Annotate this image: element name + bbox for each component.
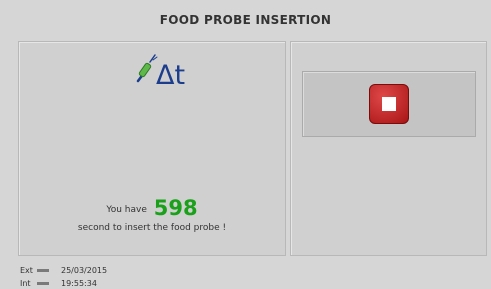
int-label: Int [20, 279, 31, 288]
countdown-seconds: 598 [153, 196, 198, 220]
countdown-suffix: second to insert the food probe ! [77, 223, 227, 233]
int-indicator [37, 282, 49, 285]
countdown-prefix: You have [106, 205, 147, 215]
ext-indicator [37, 269, 49, 272]
title-bar: FOOD PROBE INSERTION [10, 3, 481, 37]
countdown-message: You have 598 [19, 196, 285, 220]
delta-t-glyph: Δt [156, 60, 185, 89]
stop-icon [369, 84, 409, 124]
page-title: FOOD PROBE INSERTION [159, 13, 332, 27]
ext-label: Ext [20, 266, 33, 275]
stop-button[interactable] [302, 71, 476, 137]
status-int-row: Int 19:55:34 [20, 279, 97, 288]
stop-square [382, 97, 396, 111]
action-panel [290, 41, 487, 256]
status-date: 25/03/2015 [61, 266, 108, 275]
probe-needle-icon [136, 54, 158, 83]
status-ext-row: Ext 25/03/2015 [20, 266, 107, 275]
probe-info-panel: Δt You have 598 second to insert the foo… [18, 41, 286, 256]
status-time: 19:55:34 [61, 279, 97, 288]
food-probe-delta-t-icon: Δt [136, 54, 185, 89]
